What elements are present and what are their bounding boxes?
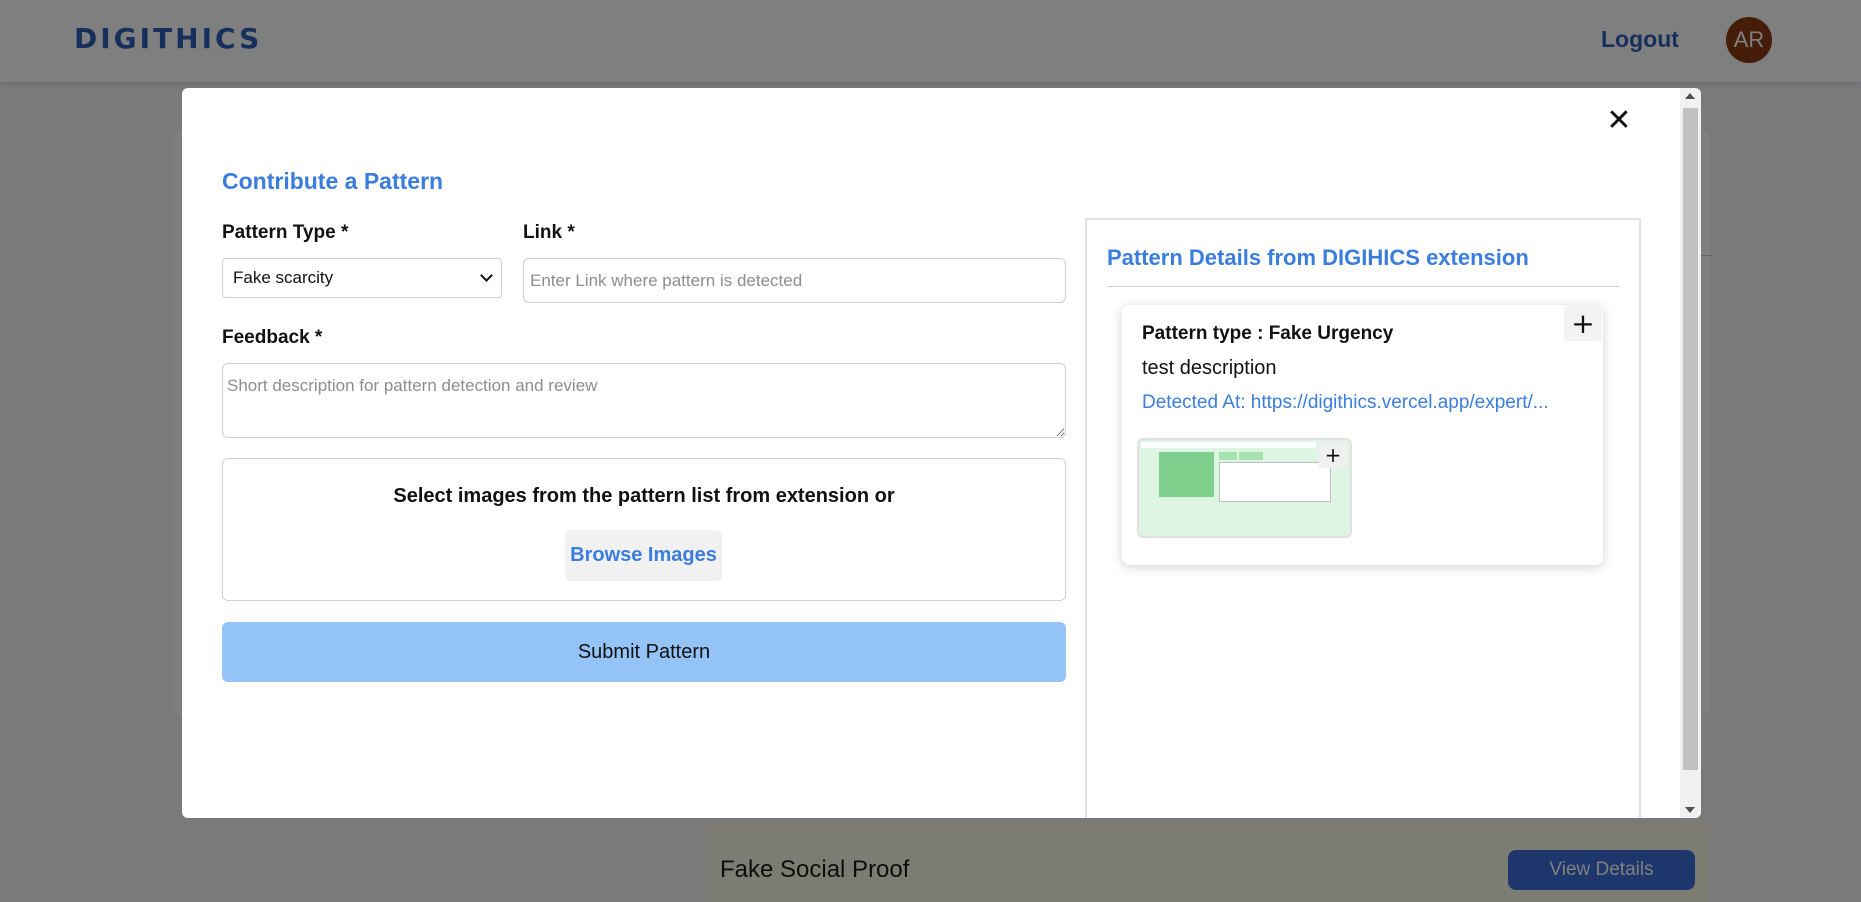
plus-icon[interactable]: + <box>1319 442 1347 468</box>
feedback-textarea[interactable] <box>222 363 1066 438</box>
thumbnail-tab <box>1239 452 1263 460</box>
contribute-pattern-modal: ✕ Contribute a Pattern Pattern Type * Fa… <box>182 88 1701 818</box>
close-icon[interactable]: ✕ <box>1604 106 1634 136</box>
link-label: Link * <box>523 222 575 243</box>
divider <box>1107 286 1619 287</box>
chevron-down-icon <box>480 269 493 282</box>
modal-title: Contribute a Pattern <box>222 168 444 194</box>
plus-icon[interactable]: + <box>1564 305 1602 341</box>
scroll-up-icon[interactable] <box>1685 93 1695 99</box>
pattern-type-text: Pattern type : Fake Urgency <box>1142 323 1394 344</box>
pattern-thumbnail[interactable]: + <box>1137 438 1352 538</box>
thumbnail-hero <box>1159 452 1214 497</box>
pattern-type-select[interactable]: Fake scarcity <box>222 258 502 298</box>
pattern-card: + Pattern type : Fake Urgency test descr… <box>1122 305 1603 565</box>
feedback-label: Feedback * <box>222 327 323 348</box>
pattern-type-value: Fake scarcity <box>233 268 334 287</box>
pattern-details-panel: Pattern Details from DIGIHICS extension … <box>1085 218 1641 818</box>
pattern-description: test description <box>1142 357 1277 379</box>
link-input[interactable] <box>523 258 1066 303</box>
thumbnail-panel <box>1219 462 1331 502</box>
dropzone-text: Select images from the pattern list from… <box>393 485 895 507</box>
scroll-down-icon[interactable] <box>1685 807 1695 813</box>
detected-at-link[interactable]: Detected At: https://digithics.vercel.ap… <box>1142 392 1582 414</box>
image-dropzone: Select images from the pattern list from… <box>222 458 1066 601</box>
browse-images-button[interactable]: Browse Images <box>565 530 722 581</box>
submit-pattern-button[interactable]: Submit Pattern <box>222 622 1066 682</box>
details-title: Pattern Details from DIGIHICS extension <box>1107 245 1529 270</box>
pattern-type-label: Pattern Type * <box>222 222 349 243</box>
modal-scrollbar[interactable] <box>1680 88 1701 818</box>
scrollbar-thumb[interactable] <box>1683 108 1698 770</box>
thumbnail-tab <box>1219 452 1237 460</box>
thumbnail-header <box>1141 442 1316 448</box>
